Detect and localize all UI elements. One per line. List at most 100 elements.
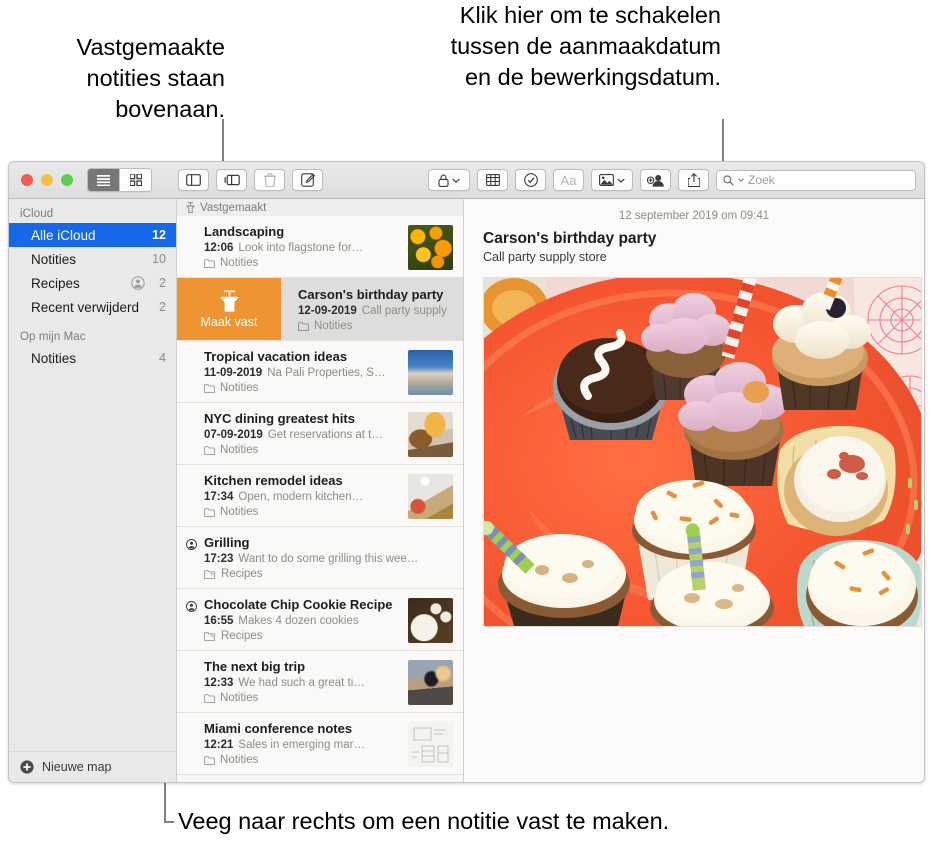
note-folder: Notities [298, 319, 463, 334]
note-thumbnail [408, 722, 453, 767]
note-date-toggle[interactable]: 12 september 2019 om 09:41 [464, 199, 924, 222]
callout-date-leader [722, 119, 724, 163]
trash-icon [263, 173, 276, 187]
note-list-item[interactable]: Tropical vacation ideas 11-09-2019 Na Pal… [177, 341, 463, 403]
sidebar-item-count: 12 [152, 228, 166, 242]
pin-icon [220, 290, 238, 312]
sidebar-item-recipes[interactable]: Recipes 2 [9, 271, 176, 295]
note-thumbnail [408, 474, 453, 519]
note-snippet: Makes 4 dozen cookies [238, 615, 359, 627]
note-time: 11-09-2019 [204, 367, 263, 379]
folder-icon [204, 259, 215, 268]
note-list-item-swiped[interactable]: Maak vast Carson's birthday party 12-09-… [177, 278, 463, 341]
grid-view-icon [129, 174, 142, 186]
note-list-item[interactable]: Kitchen remodel ideas 17:34 Open, modern … [177, 465, 463, 527]
note-thumbnail [408, 598, 453, 643]
note-meta: Miami conference notes 12:21 Sales in eme… [204, 721, 400, 768]
note-title: Chocolate Chip Cookie Recipe [204, 597, 393, 612]
callout-swipe-leader-h [164, 821, 174, 823]
note-snippet: Get reservations at t… [267, 429, 383, 441]
add-media-button[interactable] [591, 169, 633, 191]
aa-icon: Aa [560, 172, 577, 188]
note-list-item[interactable]: Landscaping 12:06 Look into flagstone for… [177, 216, 463, 278]
sidebar-item-label: Recipes [31, 275, 80, 291]
list-view-button[interactable] [88, 169, 119, 191]
note-folder: Notities [204, 691, 400, 706]
note-folder: Notities [204, 381, 400, 396]
sidebar-item-count: 2 [159, 300, 166, 314]
note-preview: 16:55 Makes 4 dozen cookies [204, 613, 400, 629]
note-title: Kitchen remodel ideas [204, 473, 343, 488]
lock-icon [438, 174, 449, 187]
note-title: Tropical vacation ideas [204, 349, 348, 364]
toolbar-left-group [178, 169, 330, 191]
note-detail-title[interactable]: Carson's birthday party [464, 222, 924, 248]
add-table-button[interactable] [477, 169, 508, 191]
note-folder-label: Recipes [221, 568, 263, 580]
notes-list[interactable]: Vastgemaakt Landscaping 12:06 Look into f… [177, 199, 464, 782]
note-title: The next big trip [204, 659, 306, 674]
note-preview: 07-09-2019 Get reservations at t… [204, 427, 400, 443]
pin-action-label: Maak vast [200, 314, 258, 329]
sidebar: iCloud Alle iCloud 12 Notities 10 Recipe… [9, 199, 177, 782]
note-preview: 12-09-2019 Call party supply [298, 303, 463, 319]
pin-note-action-button[interactable]: Maak vast [177, 278, 281, 340]
view-mode-segmented-control[interactable] [87, 168, 152, 192]
note-list-item[interactable]: Miami conference notes 12:21 Sales in eme… [177, 713, 463, 775]
add-people-button[interactable] [640, 169, 671, 191]
note-list-item[interactable]: The next big trip 12:33 We had such a gre… [177, 651, 463, 713]
search-chevron-down-icon [738, 178, 744, 182]
sidebar-icon [186, 174, 201, 186]
new-folder-label: Nieuwe map [42, 760, 112, 774]
search-field[interactable]: Zoek [716, 169, 916, 191]
note-preview: 17:23 Want to do some grilling this wee… [204, 551, 453, 567]
note-folder: Notities [204, 753, 400, 768]
note-detail-body[interactable]: Call party supply store [464, 248, 924, 264]
sidebar-item-notities-mac[interactable]: Notities 4 [9, 346, 176, 370]
note-folder-label: Notities [220, 382, 259, 394]
sidebar-item-label: Alle iCloud [31, 227, 96, 243]
note-thumbnail [408, 225, 453, 270]
note-title: NYC dining greatest hits [204, 411, 355, 426]
minimize-window-button[interactable] [41, 174, 53, 186]
note-list-item[interactable]: Chocolate Chip Cookie Recipe 16:55 Makes … [177, 589, 463, 651]
checklist-button[interactable] [515, 169, 546, 191]
note-preview: 11-09-2019 Na Pali Properties, S… [204, 365, 400, 381]
note-list-item[interactable]: Grilling 17:23 Want to do some grilling t… [177, 527, 463, 589]
folder-list-button[interactable] [216, 169, 247, 191]
sidebar-item-label: Notities [31, 251, 77, 267]
note-list-item[interactable]: NYC dining greatest hits 07-09-2019 Get r… [177, 403, 463, 465]
note-folder-label: Notities [220, 444, 259, 456]
note-thumbnail [408, 660, 453, 705]
note-time: 17:23 [204, 553, 234, 565]
sidebar-item-alle-icloud[interactable]: Alle iCloud 12 [9, 223, 176, 247]
note-meta: Grilling 17:23 Want to do some grilling t… [204, 535, 453, 582]
note-snippet: Sales in emerging mar… [238, 739, 365, 751]
sidebar-item-notities-icloud[interactable]: Notities 10 [9, 247, 176, 271]
sidebar-toggle-button[interactable] [178, 169, 209, 191]
note-time: 07-09-2019 [204, 429, 263, 441]
lock-note-button[interactable] [428, 169, 470, 191]
note-attachment-photo[interactable] [483, 277, 922, 627]
note-meta: Tropical vacation ideas 11-09-2019 Na Pal… [204, 349, 400, 396]
close-window-button[interactable] [21, 174, 33, 186]
maximize-window-button[interactable] [61, 174, 73, 186]
gallery-view-button[interactable] [119, 169, 151, 191]
new-folder-button[interactable]: Nieuwe map [9, 751, 176, 782]
note-folder-label: Notities [314, 320, 353, 332]
pinned-header-label: Vastgemaakt [200, 201, 267, 214]
sidebar-list: iCloud Alle iCloud 12 Notities 10 Recipe… [9, 199, 176, 751]
sidebar-item-count: 2 [159, 276, 166, 290]
compose-note-button[interactable] [292, 169, 323, 191]
note-meta: Carson's birthday party 12-09-2019 Call p… [281, 278, 463, 340]
list-view-icon [97, 174, 110, 186]
format-text-button[interactable]: Aa [553, 169, 584, 191]
delete-note-button[interactable] [254, 169, 285, 191]
share-button[interactable] [678, 169, 709, 191]
share-icon [687, 173, 700, 187]
note-folder: Recipes [204, 567, 453, 582]
chevron-down-icon [452, 178, 460, 183]
note-preview: 12:21 Sales in emerging mar… [204, 737, 400, 753]
sidebar-item-recent-verwijderd[interactable]: Recent verwijderd 2 [9, 295, 176, 319]
folder-icon [204, 384, 215, 393]
